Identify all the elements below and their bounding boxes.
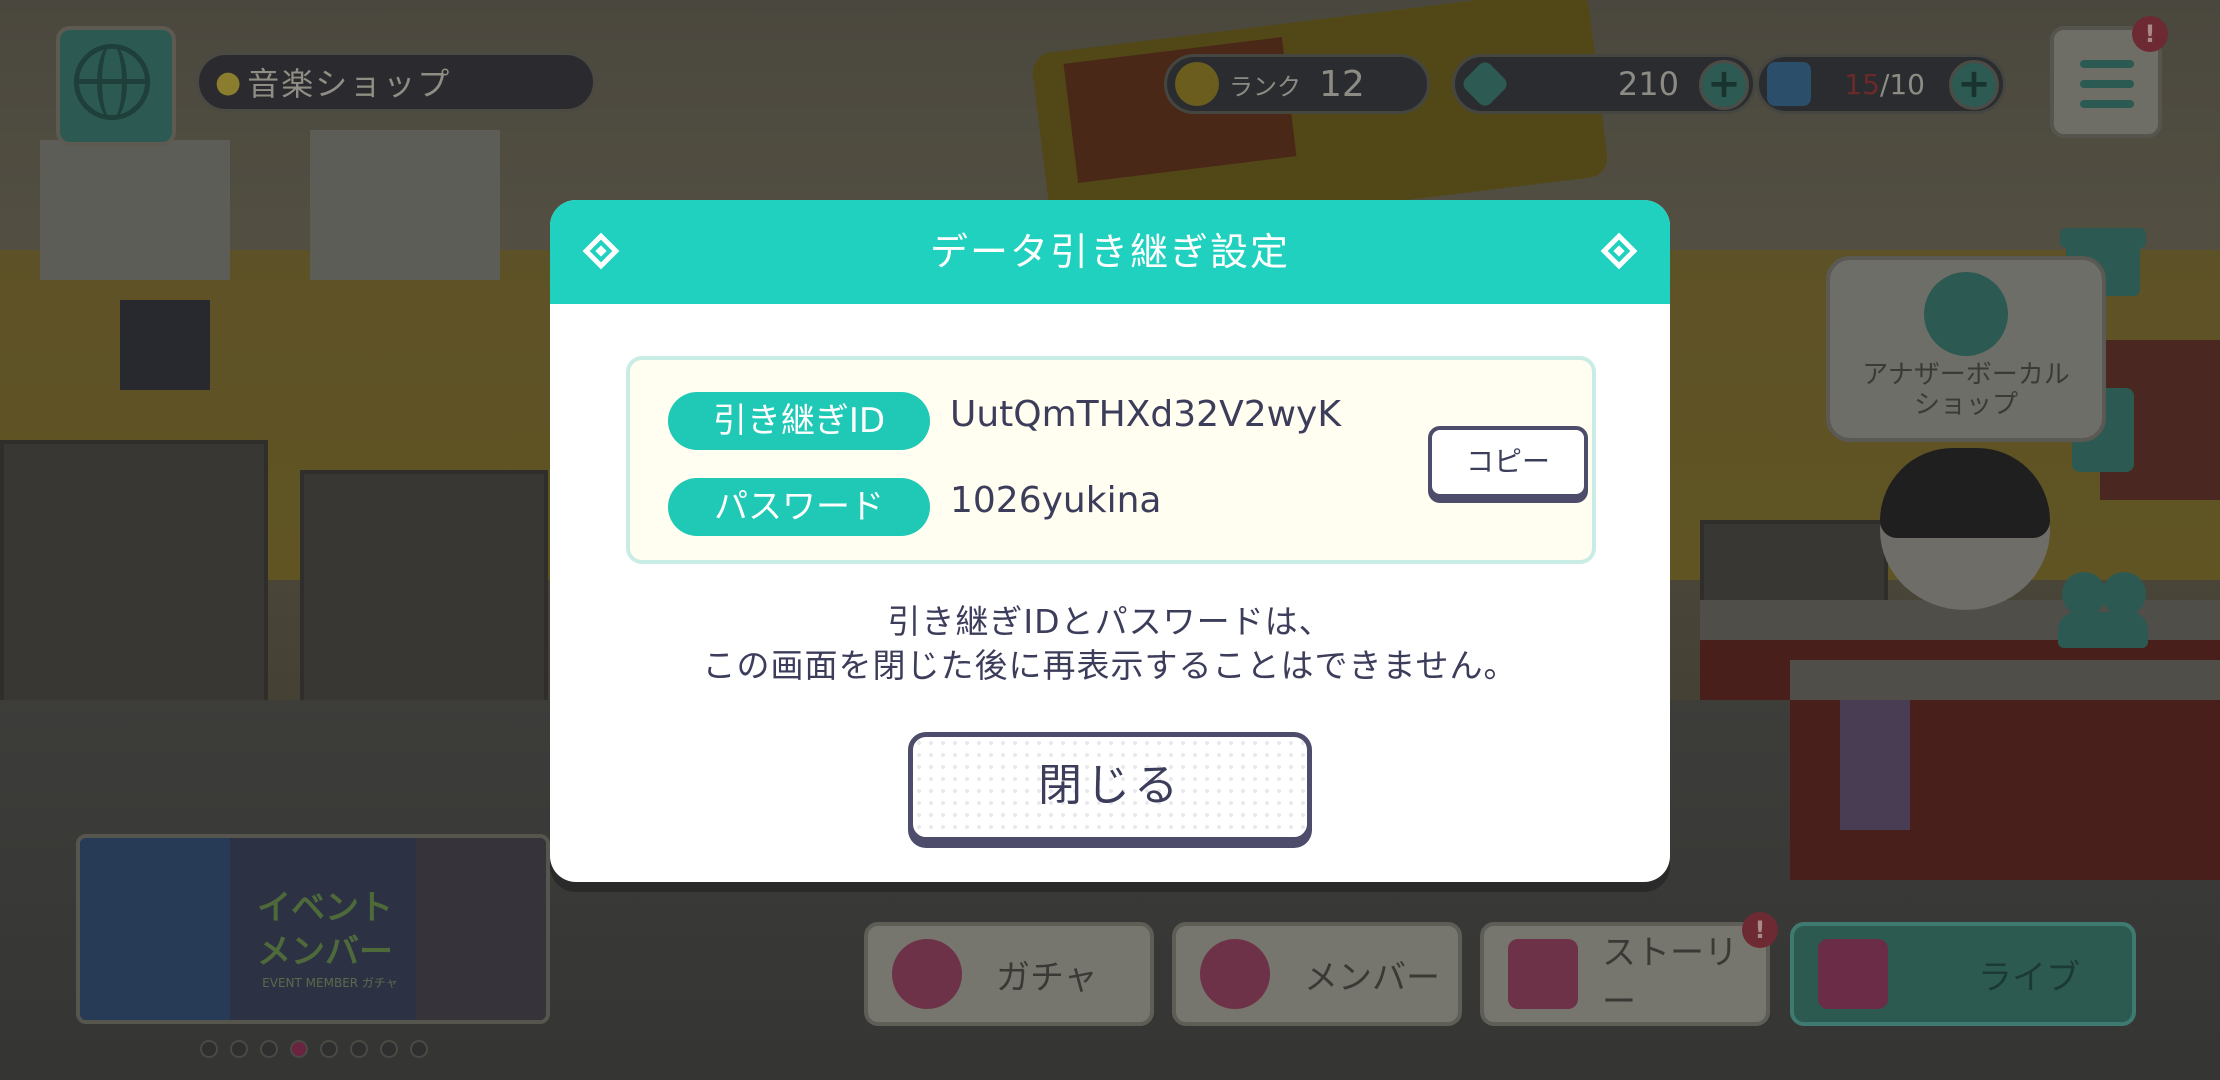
password-value: 1026yukina bbox=[950, 480, 1162, 521]
banner-title-line2: メンバー bbox=[257, 932, 393, 972]
rank-display: ランク 12 bbox=[1164, 54, 1430, 114]
close-button[interactable]: 閉じる bbox=[908, 732, 1312, 842]
story-notification-badge: ! bbox=[1742, 912, 1778, 948]
location-indicator: ● 音楽ショップ bbox=[196, 52, 596, 112]
event-gacha-banner[interactable]: イベント メンバー EVENT MEMBER ガチャ bbox=[76, 834, 550, 1024]
hamburger-icon bbox=[2080, 60, 2134, 68]
pagination-dot[interactable] bbox=[260, 1040, 278, 1058]
book-icon bbox=[1508, 939, 1578, 1009]
banner-subtitle: EVENT MEMBER ガチャ bbox=[262, 976, 398, 990]
banner-pagination bbox=[200, 1040, 428, 1058]
live-bonus-current: 15 bbox=[1844, 67, 1880, 101]
diamond-ornament-icon bbox=[582, 232, 620, 270]
rank-value: 12 bbox=[1319, 63, 1365, 105]
location-label: 音楽ショップ bbox=[247, 65, 452, 103]
shop-label-line2: ショップ bbox=[1913, 390, 2018, 420]
pagination-dot[interactable] bbox=[200, 1040, 218, 1058]
diamond-ornament-icon bbox=[1600, 232, 1638, 270]
story-button[interactable]: ストーリー bbox=[1480, 922, 1770, 1026]
pagination-dot[interactable] bbox=[320, 1040, 338, 1058]
dialog-title: データ引き継ぎ設定 bbox=[929, 230, 1290, 274]
gacha-label: ガチャ bbox=[996, 957, 1098, 998]
music-note-icon bbox=[1818, 939, 1888, 1009]
headphones-icon bbox=[1200, 939, 1270, 1009]
cd-icon bbox=[1924, 272, 2008, 356]
credentials-panel: 引き継ぎID UutQmTHXd32V2wyK パスワード 1026yukina… bbox=[626, 356, 1596, 564]
pagination-dot[interactable] bbox=[410, 1040, 428, 1058]
add-gems-button[interactable]: + bbox=[1699, 60, 1749, 110]
menu-notification-badge: ! bbox=[2132, 16, 2168, 52]
story-label: ストーリー bbox=[1602, 933, 1738, 1022]
live-button[interactable]: ライブ bbox=[1790, 922, 2136, 1026]
transfer-id-label: 引き継ぎID bbox=[668, 392, 930, 450]
shop-label-line1: アナザーボーカル bbox=[1862, 360, 2070, 390]
live-bonus-display: 15/10 + bbox=[1756, 54, 2006, 114]
banner-title-line1: イベント bbox=[257, 888, 393, 928]
pagination-dot-active[interactable] bbox=[290, 1040, 308, 1058]
another-vocal-shop-button[interactable]: アナザーボーカル ショップ bbox=[1826, 256, 2106, 442]
friends-button[interactable] bbox=[2058, 562, 2148, 652]
live-bonus-max: /10 bbox=[1879, 67, 1925, 101]
member-label: メンバー bbox=[1304, 957, 1440, 998]
note-icon bbox=[1175, 62, 1219, 106]
pagination-dot[interactable] bbox=[230, 1040, 248, 1058]
friends-icon bbox=[2062, 572, 2106, 616]
map-pin-icon: ● bbox=[215, 64, 242, 100]
world-map-button[interactable] bbox=[56, 26, 176, 146]
gem-count: 210 bbox=[1617, 65, 1679, 103]
data-transfer-dialog: データ引き継ぎ設定 引き継ぎID UutQmTHXd32V2wyK パスワード … bbox=[550, 200, 1670, 882]
copy-button[interactable]: コピー bbox=[1428, 426, 1588, 498]
gem-display: 210 + bbox=[1452, 54, 1756, 114]
live-label: ライブ bbox=[1978, 957, 2080, 998]
member-button[interactable]: メンバー bbox=[1172, 922, 1462, 1026]
gacha-icon bbox=[892, 939, 962, 1009]
dialog-header: データ引き継ぎ設定 bbox=[550, 200, 1670, 304]
globe-icon bbox=[74, 44, 150, 120]
notice-line2: この画面を閉じた後に再表示することはできません。 bbox=[702, 646, 1518, 685]
warning-notice: 引き継ぎIDとパスワードは、 この画面を閉じた後に再表示することはできません。 bbox=[550, 600, 1670, 688]
pagination-dot[interactable] bbox=[380, 1040, 398, 1058]
password-label: パスワード bbox=[668, 478, 930, 536]
pagination-dot[interactable] bbox=[350, 1040, 368, 1058]
live-bonus-icon bbox=[1767, 62, 1811, 106]
rank-label: ランク bbox=[1229, 72, 1301, 101]
gem-icon bbox=[1460, 59, 1510, 109]
notice-line1: 引き継ぎIDとパスワードは、 bbox=[887, 602, 1333, 641]
transfer-id-value: UutQmTHXd32V2wyK bbox=[950, 394, 1341, 435]
add-live-bonus-button[interactable]: + bbox=[1949, 60, 1999, 110]
gacha-button[interactable]: ガチャ bbox=[864, 922, 1154, 1026]
banner-logo: イベント メンバー bbox=[200, 886, 450, 974]
